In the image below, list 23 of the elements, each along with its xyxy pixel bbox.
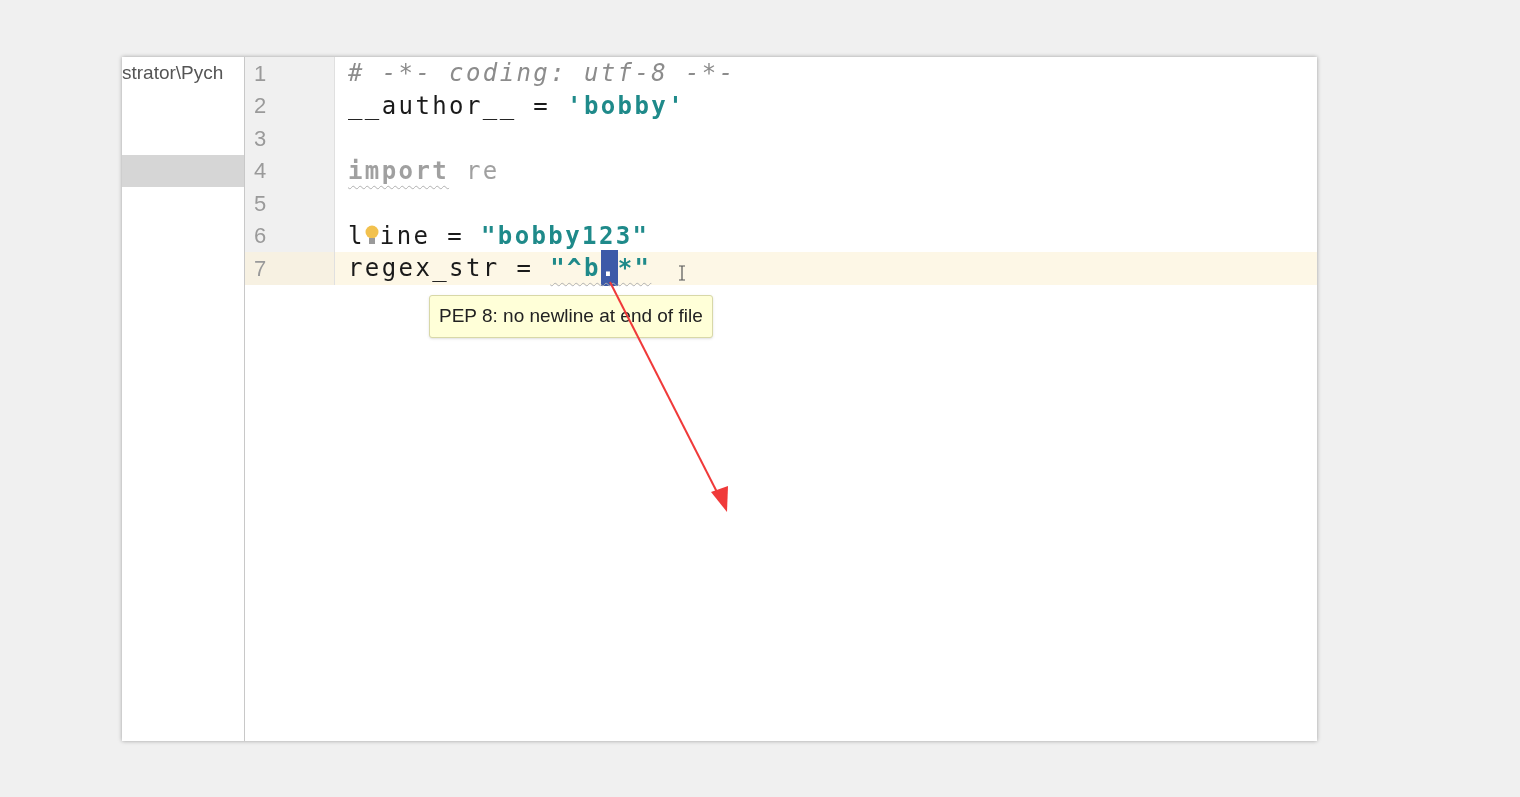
line-number: 3 bbox=[254, 124, 267, 153]
line-number: 1 bbox=[254, 59, 267, 88]
code-token: __author__ = bbox=[348, 90, 552, 122]
code-token: # -*- coding: utf-8 -*- bbox=[348, 58, 736, 90]
project-row[interactable] bbox=[122, 154, 244, 187]
code-token: import bbox=[348, 155, 450, 187]
code-token: regex_str = bbox=[348, 253, 535, 285]
code-token: l bbox=[348, 220, 365, 252]
text-cursor-icon bbox=[678, 265, 686, 281]
code-token: "bobby123" bbox=[480, 220, 650, 252]
line-number: 5 bbox=[254, 189, 267, 218]
code-token: ine = bbox=[379, 220, 466, 252]
line-number: 4 bbox=[254, 157, 267, 186]
code-token: re bbox=[464, 155, 500, 187]
code-token: *" bbox=[617, 253, 652, 285]
line-number: 6 bbox=[254, 222, 267, 251]
project-row[interactable]: strator\Pych bbox=[122, 57, 244, 90]
line-number: 7 bbox=[254, 254, 267, 283]
code-token: "^b bbox=[550, 253, 601, 285]
lightbulb-icon[interactable] bbox=[364, 224, 379, 247]
code-token: 'bobby' bbox=[567, 90, 685, 122]
line-number: 2 bbox=[254, 92, 267, 121]
code-token: . bbox=[600, 250, 618, 287]
